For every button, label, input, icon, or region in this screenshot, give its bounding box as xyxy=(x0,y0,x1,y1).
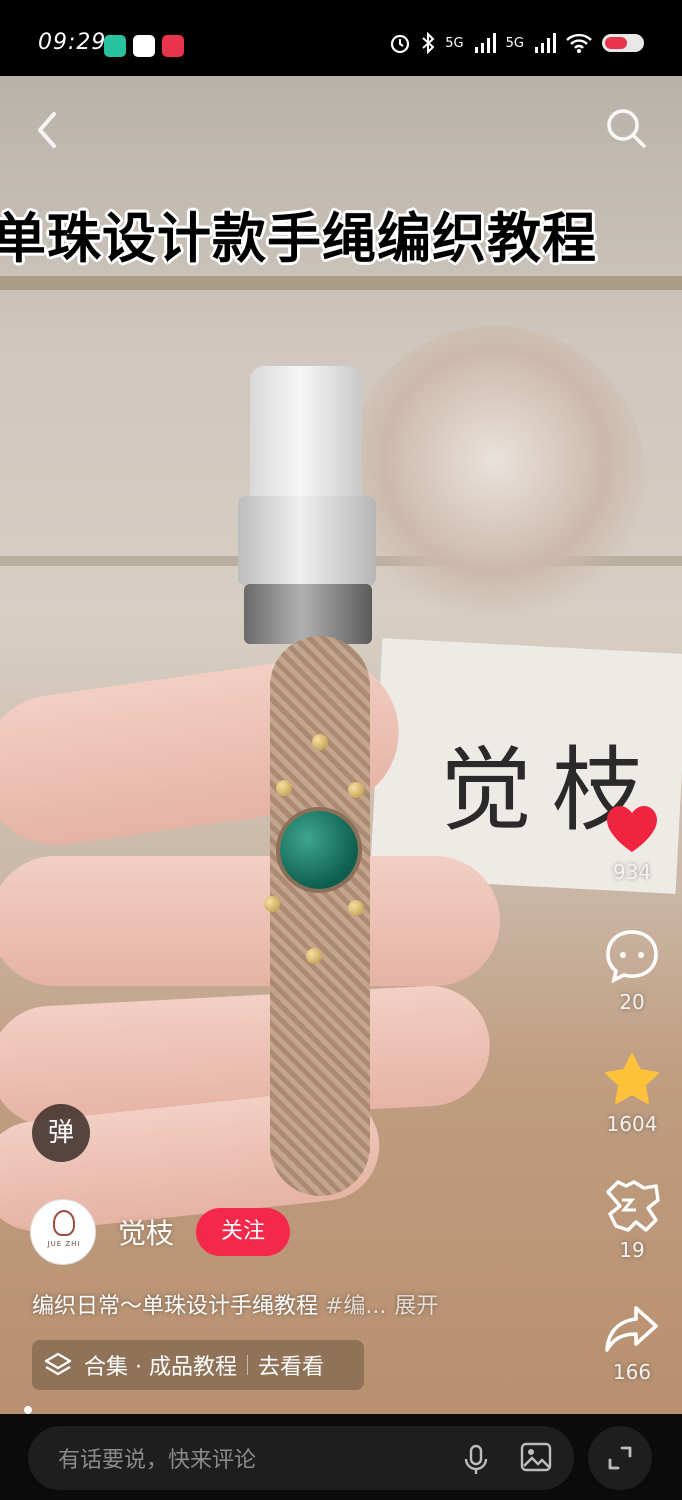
friend-share-icon xyxy=(606,1180,660,1232)
search-icon xyxy=(607,109,646,148)
favorite-count: 1604 xyxy=(606,1112,658,1136)
collection-label: 合集 · 成品教程 xyxy=(84,1355,237,1380)
video-progress-indicator[interactable] xyxy=(24,1406,32,1414)
description-text: 编织日常～单珠设计手绳教程 xyxy=(32,1294,325,1319)
signal-icon xyxy=(535,33,556,53)
microphone-icon xyxy=(464,1444,488,1474)
signal-icon xyxy=(474,33,496,53)
back-button[interactable] xyxy=(30,108,66,152)
expand-description-button[interactable]: 展开 xyxy=(394,1294,438,1319)
network-5g-label: 5G xyxy=(445,35,464,51)
video-scene-cap xyxy=(250,366,362,516)
video-scene-bead xyxy=(276,780,292,796)
battery-icon xyxy=(602,34,644,52)
bluetooth-icon xyxy=(422,32,435,54)
status-indicators: 5G 5G xyxy=(389,32,644,54)
comment-button[interactable]: 20 xyxy=(600,928,664,1014)
comment-bubble-icon xyxy=(606,930,658,984)
collection-divider xyxy=(246,1355,248,1375)
video-description: 编织日常～单珠设计手绳教程 #编... 展开 xyxy=(32,1288,438,1320)
video-scene-bead xyxy=(312,734,328,750)
search-button[interactable] xyxy=(604,106,648,150)
video-scene-bead xyxy=(306,948,322,964)
collection-bar[interactable]: 合集 · 成品教程 去看看 xyxy=(32,1340,364,1390)
status-time: 09:29 xyxy=(38,30,107,55)
like-count: 934 xyxy=(612,860,652,884)
heart-icon xyxy=(607,806,657,852)
video-scene-cap-metal xyxy=(244,584,372,644)
chevron-left-icon xyxy=(38,112,56,148)
alarm-icon xyxy=(391,34,410,54)
share-count: 166 xyxy=(612,1360,652,1384)
danmu-toggle-button[interactable]: 弹 xyxy=(32,1104,90,1162)
network-5g-label: 5G xyxy=(505,35,524,51)
app-notification-icon xyxy=(162,35,184,57)
star-icon xyxy=(605,1053,659,1104)
share-friend-count: 19 xyxy=(619,1238,645,1262)
wifi-icon xyxy=(566,33,592,53)
author-row: JUE ZHI 觉枝 关注 xyxy=(30,1198,291,1266)
avatar[interactable]: JUE ZHI xyxy=(30,1199,96,1265)
share-friend-button[interactable]: 19 xyxy=(600,1178,664,1262)
share-button[interactable]: 166 xyxy=(600,1304,664,1384)
video-scene-bead xyxy=(348,782,364,798)
video-scene-cap-base xyxy=(238,496,376,586)
video-scene-bead xyxy=(348,900,364,916)
expand-icon xyxy=(608,1446,632,1470)
image-icon xyxy=(520,1442,552,1472)
avatar-logo-text: JUE ZHI xyxy=(47,1240,81,1248)
collection-link[interactable]: 去看看 xyxy=(258,1349,324,1381)
like-button[interactable]: 934 xyxy=(600,804,664,884)
video-scene-bead xyxy=(264,896,280,912)
video-scene-shelf xyxy=(0,276,682,290)
favorite-button[interactable]: 1604 xyxy=(600,1052,664,1136)
voice-input-button[interactable] xyxy=(462,1444,490,1480)
author-name[interactable]: 觉枝 xyxy=(118,1212,174,1252)
logo-leaf-icon xyxy=(53,1210,75,1236)
bottom-bar: 有话要说，快来评论 xyxy=(0,1414,682,1500)
video-scene-bracelet xyxy=(270,636,370,1196)
layers-icon xyxy=(44,1352,72,1376)
follow-button[interactable]: 关注 xyxy=(196,1208,291,1256)
image-picker-button[interactable] xyxy=(520,1442,552,1476)
status-bar: 09:29 5G 5G xyxy=(0,0,682,76)
comment-input[interactable]: 有话要说，快来评论 xyxy=(28,1426,574,1490)
share-arrow-icon xyxy=(605,1306,658,1352)
comment-count: 20 xyxy=(619,990,645,1014)
app-notification-icon xyxy=(133,35,155,57)
video-scene-gem xyxy=(280,811,358,889)
video-title-overlay: 单珠设计款手绳编织教程 xyxy=(0,206,597,270)
app-notification-icon xyxy=(104,35,126,57)
hashtag-link[interactable]: #编... xyxy=(325,1294,386,1319)
fullscreen-button[interactable] xyxy=(588,1426,652,1490)
video-scene-flowers xyxy=(345,326,645,626)
